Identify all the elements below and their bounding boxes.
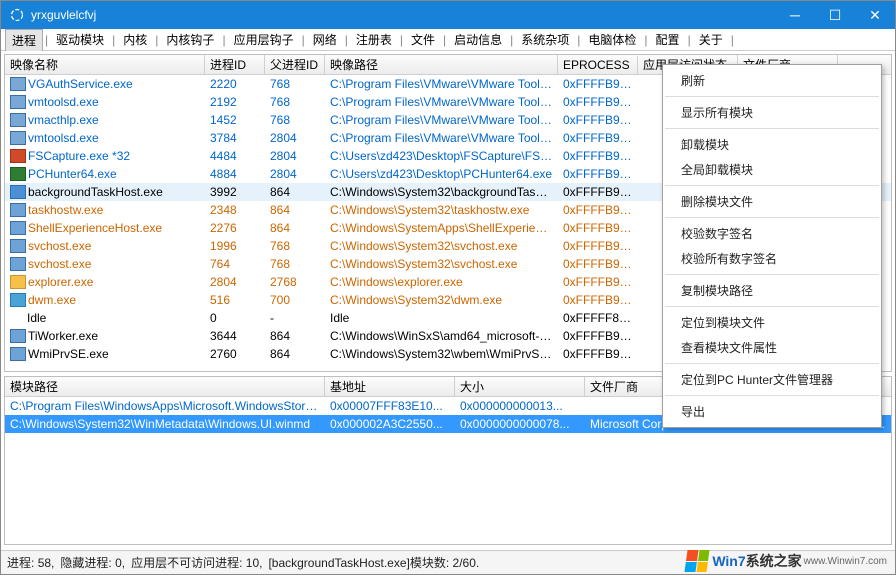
- context-menu-item[interactable]: 查看模块文件属性: [663, 335, 881, 360]
- status-proc-val: 58,: [38, 556, 55, 570]
- process-icon: [10, 221, 26, 235]
- column-header[interactable]: 大小: [455, 376, 585, 397]
- process-icon: [10, 131, 26, 145]
- process-icon: [10, 113, 26, 127]
- status-hidden-val: 0,: [115, 556, 125, 570]
- menu-tab[interactable]: 关于: [693, 29, 729, 50]
- process-icon: [10, 95, 26, 109]
- window-title: yrxguvlelcfvj: [31, 8, 775, 22]
- menu-tab[interactable]: 驱动模块: [50, 29, 110, 50]
- process-icon: [10, 257, 26, 271]
- menu-tab[interactable]: 网络: [307, 29, 343, 50]
- menu-tab[interactable]: 配置: [650, 29, 686, 50]
- minimize-button[interactable]: ─: [775, 1, 815, 29]
- column-header[interactable]: 基地址: [325, 376, 455, 397]
- menu-tab[interactable]: 内核: [117, 29, 153, 50]
- status-hidden-label: 隐藏进程:: [60, 556, 111, 570]
- context-menu-item[interactable]: 导出: [663, 399, 881, 424]
- context-menu-item[interactable]: 显示所有模块: [663, 100, 881, 125]
- process-icon: [10, 203, 26, 217]
- statusbar: 进程: 58, 隐藏进程: 0, 应用层不可访问进程: 10, [backgro…: [1, 550, 895, 574]
- context-menu-item[interactable]: 刷新: [663, 68, 881, 93]
- menu-tab[interactable]: 电脑体检: [582, 29, 642, 50]
- column-header[interactable]: 映像名称: [5, 54, 205, 75]
- context-menu-item[interactable]: 卸载模块: [663, 132, 881, 157]
- windows-flag-icon: [685, 550, 710, 572]
- process-icon: [10, 185, 26, 199]
- context-menu-item[interactable]: 校验数字签名: [663, 221, 881, 246]
- context-menu[interactable]: 刷新显示所有模块卸载模块全局卸载模块删除模块文件校验数字签名校验所有数字签名复制…: [662, 64, 882, 428]
- context-menu-item[interactable]: 定位到模块文件: [663, 310, 881, 335]
- maximize-button[interactable]: ☐: [815, 1, 855, 29]
- column-header[interactable]: 父进程ID: [265, 54, 325, 75]
- titlebar: yrxguvlelcfvj ─ ☐ ✕: [1, 1, 895, 29]
- column-header[interactable]: 映像路径: [325, 54, 558, 75]
- column-header[interactable]: 模块路径: [5, 376, 325, 397]
- process-icon: [10, 167, 26, 181]
- column-header[interactable]: EPROCESS: [558, 56, 638, 74]
- menu-tab[interactable]: 内核钩子: [160, 29, 220, 50]
- process-icon: [10, 275, 26, 289]
- context-menu-item[interactable]: 校验所有数字签名: [663, 246, 881, 271]
- menu-tab[interactable]: 系统杂项: [515, 29, 575, 50]
- process-icon: [10, 293, 26, 307]
- status-mod-val: 2/60.: [453, 556, 480, 570]
- process-icon: [10, 239, 26, 253]
- menubar: 进程|驱动模块|内核|内核钩子|应用层钩子|网络|注册表|文件|启动信息|系统杂…: [1, 29, 895, 51]
- close-button[interactable]: ✕: [855, 1, 895, 29]
- status-inacc-label: 应用层不可访问进程:: [131, 556, 242, 570]
- context-menu-item[interactable]: 全局卸载模块: [663, 157, 881, 182]
- menu-tab[interactable]: 文件: [405, 29, 441, 50]
- menu-tab[interactable]: 应用层钩子: [228, 29, 300, 50]
- status-mod-label: [backgroundTaskHost.exe]模块数:: [268, 556, 449, 570]
- status-proc-label: 进程:: [7, 556, 34, 570]
- column-header[interactable]: 进程ID: [205, 54, 265, 75]
- context-menu-item[interactable]: 删除模块文件: [663, 189, 881, 214]
- process-icon: [10, 347, 26, 361]
- status-inacc-val: 10,: [246, 556, 263, 570]
- process-icon: [10, 149, 26, 163]
- context-menu-item[interactable]: 定位到PC Hunter文件管理器: [663, 367, 881, 392]
- watermark-logo: Win7系统之家 www.Winwin7.com: [686, 550, 887, 572]
- app-icon: [9, 7, 25, 23]
- context-menu-item[interactable]: 复制模块路径: [663, 278, 881, 303]
- process-icon: [10, 329, 26, 343]
- menu-tab[interactable]: 注册表: [350, 29, 398, 50]
- menu-tab[interactable]: 进程: [5, 29, 43, 51]
- process-icon: [10, 77, 26, 91]
- menu-tab[interactable]: 启动信息: [448, 29, 508, 50]
